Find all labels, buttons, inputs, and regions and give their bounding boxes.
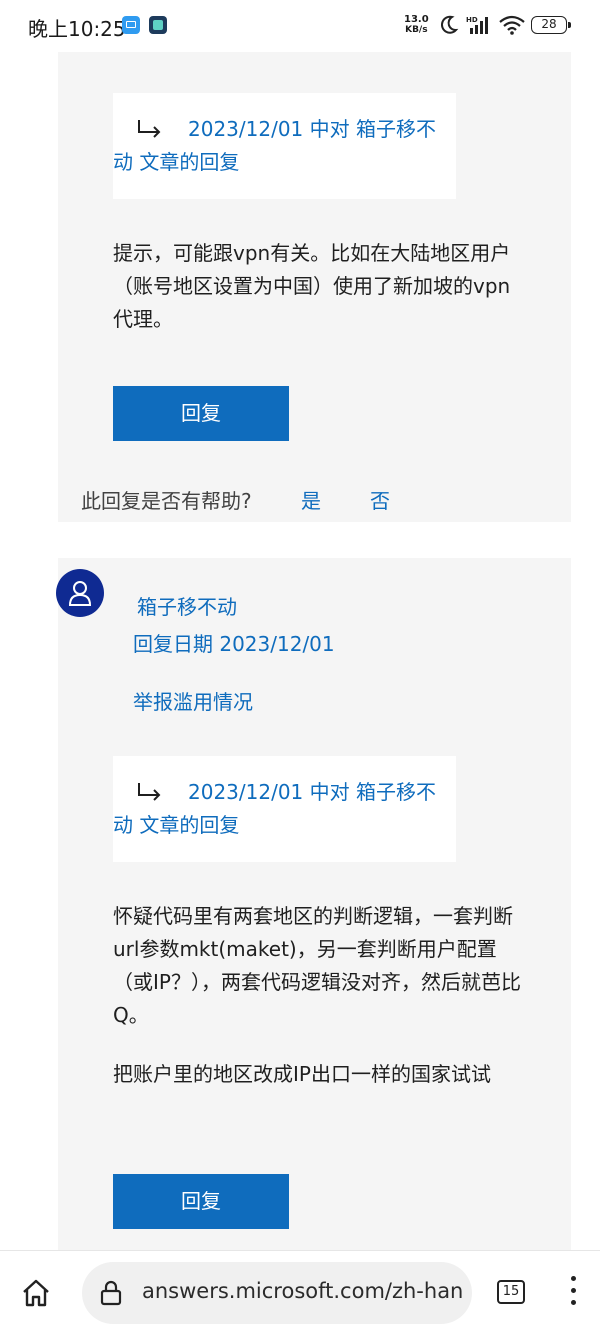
reply-body-second-paragraph: 把账户里的地区改成IP出口一样的国家试试	[113, 1062, 491, 1086]
status-time: 晚上10:25	[28, 17, 126, 41]
do-not-disturb-moon-icon	[441, 15, 459, 34]
browser-toolbar: answers.microsoft.com/zh-hans 15	[0, 1250, 600, 1335]
url-text[interactable]: answers.microsoft.com/zh-hans	[142, 1279, 464, 1303]
network-speed-value: 13.0	[404, 14, 429, 25]
home-icon[interactable]	[20, 1277, 52, 1309]
avatar[interactable]	[56, 569, 104, 617]
reply-button[interactable]: 回复	[113, 1174, 289, 1229]
more-menu-icon[interactable]	[566, 1276, 580, 1310]
mail-notification-icon	[122, 16, 140, 34]
helpful-yes-button[interactable]: 是	[301, 485, 321, 514]
reply-button[interactable]: 回复	[113, 386, 289, 441]
lock-icon	[100, 1280, 122, 1306]
quoted-reply: 2023/12/01 中对 箱子移不动 文章的回复	[113, 93, 456, 199]
quoted-reply-link[interactable]: 2023/12/01 中对 箱子移不动 文章的回复	[113, 113, 453, 179]
reply-body: 怀疑代码里有两套地区的判断逻辑，一套判断url参数mkt(maket)，另一套判…	[113, 904, 521, 1027]
battery-icon: 28	[531, 16, 571, 34]
wifi-icon	[499, 15, 525, 35]
reply-date: 回复日期 2023/12/01	[133, 632, 335, 656]
network-speed-unit: KB/s	[405, 25, 428, 35]
reply-card: 2023/12/01 中对 箱子移不动 文章的回复 怀疑代码里有两套地区的判断逻…	[58, 558, 571, 1252]
app-notification-icon	[149, 16, 167, 34]
user-icon	[68, 581, 92, 606]
quoted-reply: 2023/12/01 中对 箱子移不动 文章的回复	[113, 756, 456, 862]
quoted-reply-link[interactable]: 2023/12/01 中对 箱子移不动 文章的回复	[113, 776, 453, 842]
address-bar[interactable]: answers.microsoft.com/zh-hans	[82, 1262, 472, 1324]
helpful-question: 此回复是否有帮助?	[81, 489, 252, 513]
signal-hd-label: HD	[466, 16, 478, 24]
status-bar: 晚上10:25 13.0 KB/s HD 28	[0, 0, 600, 52]
report-abuse-link[interactable]: 举报滥用情况	[133, 686, 253, 715]
network-speed: 13.0 KB/s	[404, 14, 429, 36]
helpful-no-button[interactable]: 否	[370, 485, 390, 514]
tabs-count-button[interactable]: 15	[497, 1280, 525, 1304]
reply-body: 提示，可能跟vpn有关。比如在大陆地区用户（账号地区设置为中国）使用了新加坡的v…	[113, 241, 511, 331]
author-name[interactable]: 箱子移不动	[137, 591, 237, 620]
reply-card: 2023/12/01 中对 箱子移不动 文章的回复 提示，可能跟vpn有关。比如…	[58, 52, 571, 522]
cellular-signal-icon: HD	[466, 16, 488, 34]
